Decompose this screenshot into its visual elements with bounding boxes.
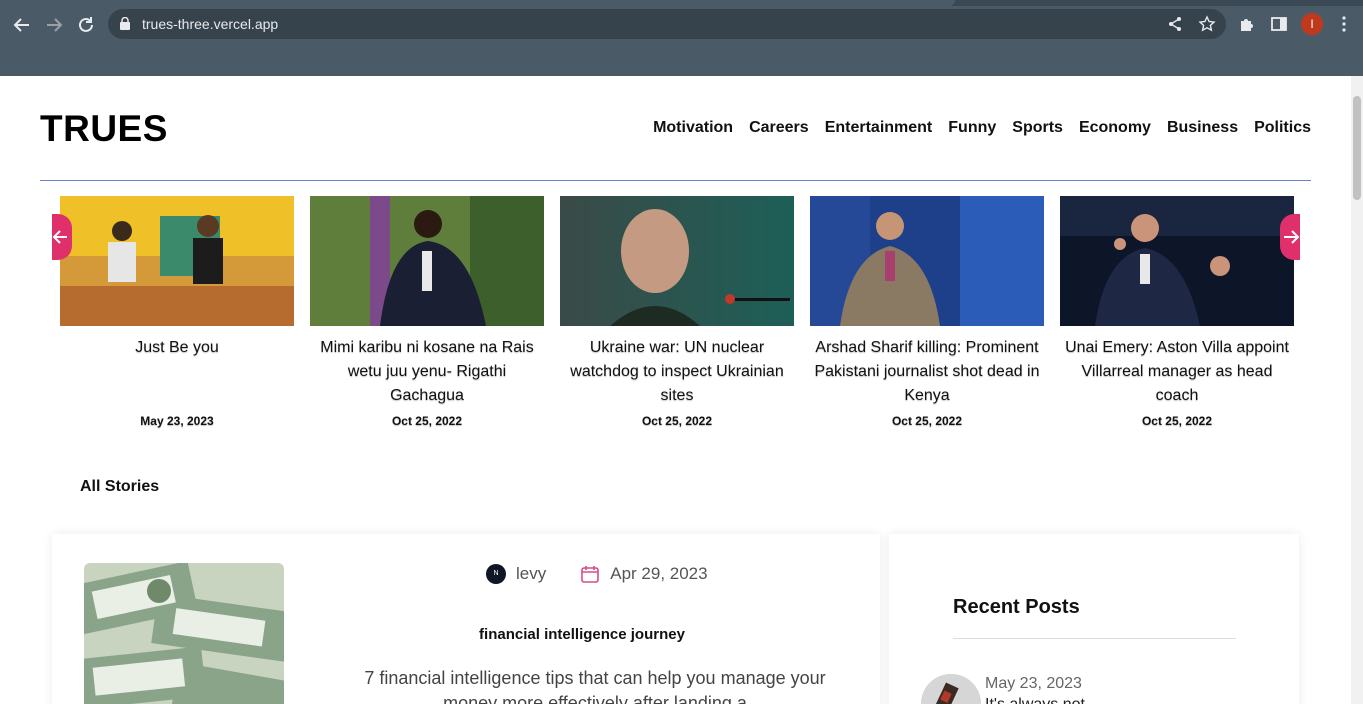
browser-toolbar: trues-three.vercel.app I: [0, 8, 1363, 42]
all-stories-heading: All Stories: [80, 478, 160, 495]
carousel-image: [560, 196, 794, 326]
header-divider: [40, 180, 1311, 181]
carousel-date: Oct 25, 2022: [891, 414, 963, 428]
story-meta: N levy Apr 29, 2023: [486, 564, 708, 584]
forward-arrow-icon[interactable]: [41, 12, 67, 38]
carousel-image: [810, 196, 1044, 326]
active-tab[interactable]: [0, 0, 955, 6]
profile-avatar[interactable]: I: [1301, 13, 1323, 35]
carousel-title: Arshad Sharif killing: Prominent Pakista…: [814, 339, 1040, 404]
featured-carousel: Just Be you May 23, 2023 Mimi karibu ni …: [60, 196, 1294, 436]
carousel-title: Unai Emery: Aston Villa appoint Villarre…: [1065, 339, 1289, 404]
scrollbar-thumb[interactable]: [1353, 96, 1361, 200]
recent-post-date: May 23, 2023: [985, 675, 1082, 692]
recent-post-thumbnail[interactable]: [921, 674, 981, 704]
carousel-image: [1060, 196, 1294, 326]
carousel-image: [310, 196, 544, 326]
recent-posts-divider: [953, 638, 1236, 639]
browser-chrome: trues-three.vercel.app I: [0, 0, 1363, 76]
lock-icon: [120, 17, 130, 30]
author-avatar: N: [486, 564, 506, 584]
kebab-menu-icon[interactable]: [1335, 15, 1353, 33]
recent-posts-panel: Recent Posts May 23, 2023 It's always no…: [889, 534, 1299, 704]
site-logo[interactable]: TRUES: [40, 108, 168, 150]
story-image: [84, 563, 284, 704]
carousel-date: Oct 25, 2022: [391, 414, 463, 428]
nav-motivation[interactable]: Motivation: [653, 119, 733, 137]
page-viewport: TRUES Motivation Careers Entertainment F…: [0, 76, 1351, 704]
main-nav: Motivation Careers Entertainment Funny S…: [653, 119, 1311, 137]
carousel-card[interactable]: Arshad Sharif killing: Prominent Pakista…: [810, 196, 1044, 428]
story-date: Apr 29, 2023: [610, 564, 708, 583]
nav-economy[interactable]: Economy: [1079, 119, 1151, 137]
url-text: trues-three.vercel.app: [142, 16, 279, 32]
star-icon[interactable]: [1198, 15, 1216, 33]
story-card[interactable]: N levy Apr 29, 2023 financial intelligen…: [52, 534, 880, 704]
side-panel-icon[interactable]: [1270, 15, 1288, 33]
address-bar[interactable]: trues-three.vercel.app: [108, 9, 1226, 39]
carousel-title: Just Be you: [135, 339, 219, 356]
carousel-card[interactable]: Unai Emery: Aston Villa appoint Villarre…: [1060, 196, 1294, 428]
nav-politics[interactable]: Politics: [1254, 119, 1311, 137]
carousel-card[interactable]: Just Be you May 23, 2023: [60, 196, 294, 428]
story-category[interactable]: financial intelligence journey: [284, 626, 880, 643]
tab-strip: [0, 0, 1363, 6]
nav-funny[interactable]: Funny: [948, 119, 996, 137]
carousel-prev-button[interactable]: [52, 214, 72, 260]
carousel-card[interactable]: Ukraine war: UN nuclear watchdog to insp…: [560, 196, 794, 428]
story-excerpt: 7 financial intelligence tips that can h…: [364, 668, 826, 704]
reload-icon[interactable]: [73, 12, 99, 38]
recent-posts-heading: Recent Posts: [953, 596, 1080, 618]
carousel-card[interactable]: Mimi karibu ni kosane na Rais wetu juu y…: [310, 196, 544, 428]
nav-careers[interactable]: Careers: [749, 119, 809, 137]
arrow-left-icon: [52, 230, 67, 244]
carousel-date: May 23, 2023: [140, 414, 214, 428]
recent-post-title[interactable]: It's always not: [985, 696, 1085, 704]
carousel-title: Ukraine war: UN nuclear watchdog to insp…: [570, 339, 784, 404]
carousel-next-button[interactable]: [1280, 214, 1300, 260]
share-icon[interactable]: [1166, 15, 1184, 33]
calendar-icon: [581, 566, 600, 583]
arrow-right-icon: [1284, 230, 1300, 244]
back-arrow-icon[interactable]: [9, 12, 35, 38]
puzzle-icon[interactable]: [1238, 15, 1256, 33]
carousel-image: [60, 196, 294, 326]
author-name[interactable]: levy: [516, 564, 546, 584]
carousel-date: Oct 25, 2022: [1141, 414, 1213, 428]
carousel-date: Oct 25, 2022: [641, 414, 713, 428]
nav-business[interactable]: Business: [1167, 119, 1238, 137]
nav-entertainment[interactable]: Entertainment: [825, 119, 933, 137]
carousel-title: Mimi karibu ni kosane na Rais wetu juu y…: [320, 339, 534, 404]
nav-sports[interactable]: Sports: [1012, 119, 1063, 137]
page-scrollbar[interactable]: [1351, 76, 1363, 704]
